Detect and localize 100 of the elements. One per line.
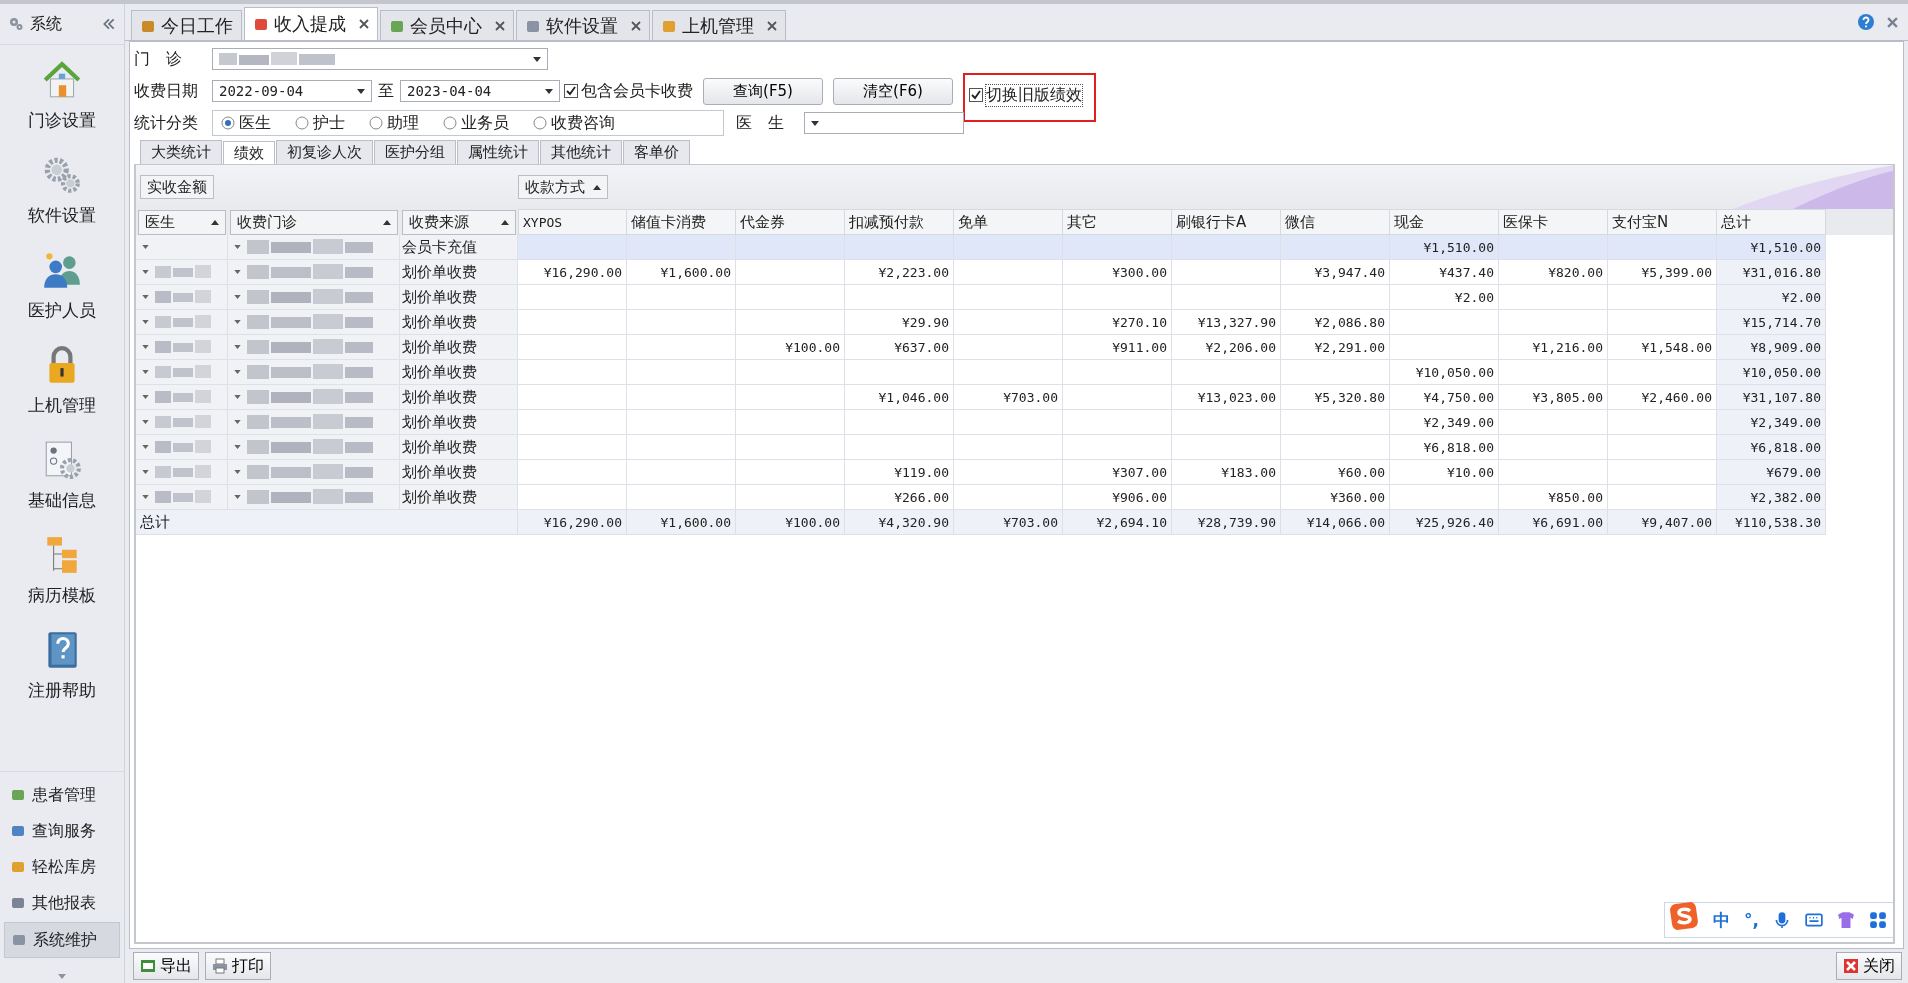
column-header[interactable]: 储值卡消费 <box>627 209 736 235</box>
ime-punct-button[interactable]: °, <box>1744 910 1759 930</box>
checkbox-icon[interactable] <box>969 88 983 102</box>
table-cell: ¥2,349.00 <box>1423 414 1494 430</box>
sidebar-item[interactable]: 上机管理 <box>28 344 96 417</box>
checkbox[interactable]: 切换旧版绩效 <box>969 84 1082 106</box>
radio-button[interactable]: 助理 <box>369 112 419 134</box>
shirt-icon[interactable] <box>1837 911 1855 929</box>
sidebar-item[interactable]: 门诊设置 <box>28 59 96 132</box>
tab[interactable]: 医护分组 <box>374 140 456 164</box>
table-row[interactable]: 划价单收费 ¥1,046.00 ¥703.00 ¥13,023.00 ¥5,320.80 ¥4,750.00 ¥3,805.00 ¥2,460.00 ¥31,107.80 <box>136 385 1893 410</box>
table-cell: ¥2,694.10 <box>1096 514 1167 530</box>
column-header[interactable]: 总计 <box>1717 209 1826 235</box>
radio-button[interactable]: 医生 <box>221 112 271 134</box>
row-field-button[interactable]: 收费来源 <box>402 210 516 235</box>
radio-icon[interactable] <box>295 116 309 130</box>
column-header[interactable]: 扣减预付款 <box>845 209 954 235</box>
keyboard-icon[interactable] <box>1805 911 1823 929</box>
close-icon[interactable] <box>767 20 777 31</box>
dropdown-arrow-icon <box>142 345 149 349</box>
column-header[interactable]: 刷银行卡A <box>1172 209 1281 235</box>
column-header[interactable]: 代金券 <box>736 209 845 235</box>
table-cell: ¥8,909.00 <box>1750 339 1821 355</box>
checkbox[interactable]: 包含会员卡收费 <box>564 80 693 102</box>
doctor-dropdown[interactable] <box>804 112 964 134</box>
tab[interactable]: 今日工作 <box>131 10 242 40</box>
sidebar-item[interactable]: 查询服务 <box>4 814 120 848</box>
table-row[interactable]: 划价单收费 ¥2.00 ¥2.00 <box>136 285 1893 310</box>
radio-button[interactable]: 收费咨询 <box>533 112 615 134</box>
tab[interactable]: 客单价 <box>623 140 690 164</box>
clinic-label: 门 诊 <box>134 48 183 70</box>
table-row[interactable]: 划价单收费 ¥10,050.00 ¥10,050.00 <box>136 360 1893 385</box>
checkbox-icon[interactable] <box>564 84 578 98</box>
radio-button[interactable]: 护士 <box>295 112 345 134</box>
column-header[interactable]: XYPOS <box>518 209 627 235</box>
table-cell: ¥266.00 <box>894 489 949 505</box>
sidebar-item[interactable]: 系统维护 <box>4 922 120 958</box>
sidebar-item[interactable]: 病历模板 <box>28 534 96 607</box>
close-icon[interactable] <box>1887 16 1898 28</box>
help-icon[interactable] <box>1857 13 1875 31</box>
table-row[interactable]: 划价单收费 ¥119.00 ¥307.00 ¥183.00 ¥60.00 ¥10.00 ¥679.00 <box>136 460 1893 485</box>
column-header[interactable]: 其它 <box>1063 209 1172 235</box>
table-cell: ¥100.00 <box>785 514 840 530</box>
radio-icon[interactable] <box>369 116 383 130</box>
tab[interactable]: 绩效 <box>223 141 275 165</box>
sidebar-item[interactable]: 患者管理 <box>4 778 120 812</box>
table-row[interactable]: 划价单收费 ¥2,349.00 ¥2,349.00 <box>136 410 1893 435</box>
tab[interactable]: 初复诊人次 <box>276 140 373 164</box>
table-cell: ¥360.00 <box>1330 489 1385 505</box>
tab[interactable]: 大类统计 <box>140 140 222 164</box>
radio-button[interactable]: 业务员 <box>443 112 509 134</box>
tab[interactable]: 属性统计 <box>457 140 539 164</box>
row-field-button[interactable]: 收费门诊 <box>230 210 398 235</box>
date-from-field[interactable]: 2022-09-04 <box>212 80 372 102</box>
table-row[interactable]: 划价单收费 ¥6,818.00 ¥6,818.00 <box>136 435 1893 460</box>
sidebar-item[interactable]: 轻松库房 <box>4 850 120 884</box>
sidebar-item[interactable]: 医护人员 <box>28 249 96 322</box>
grid-icon[interactable] <box>1869 911 1887 929</box>
sort-arrow-icon <box>501 220 509 225</box>
sidebar-item[interactable]: 基础信息 <box>28 439 96 512</box>
date-to-field[interactable]: 2023-04-04 <box>400 80 560 102</box>
row-field-button[interactable]: 医生 <box>138 210 226 235</box>
sidebar-item[interactable]: 其他报表 <box>4 886 120 920</box>
column-header[interactable]: 免单 <box>954 209 1063 235</box>
close-button[interactable]: 关闭 <box>1836 952 1902 980</box>
close-icon[interactable] <box>359 19 369 29</box>
sidebar-item[interactable]: 注册帮助 <box>28 629 96 702</box>
close-icon[interactable] <box>495 20 505 31</box>
ime-mode-button[interactable]: 中 <box>1713 908 1731 932</box>
radio-icon[interactable] <box>533 116 547 130</box>
column-field-button[interactable]: 收款方式 <box>518 175 608 199</box>
column-header[interactable]: 医保卡 <box>1499 209 1608 235</box>
data-field-button[interactable]: 实收金额 <box>140 175 214 199</box>
blurred-text-drawing <box>153 363 213 381</box>
print-button[interactable]: 打印 <box>205 952 271 980</box>
blurred-text-drawing <box>153 338 213 356</box>
microphone-icon[interactable] <box>1773 911 1791 929</box>
clear-button[interactable]: 清空(F6) <box>833 77 953 105</box>
expand-arrow-icon[interactable] <box>58 974 66 979</box>
table-row[interactable]: 划价单收费 ¥29.90 ¥270.10 ¥13,327.90 ¥2,086.80 ¥15,714.70 <box>136 310 1893 335</box>
close-icon[interactable] <box>631 20 641 31</box>
table-row[interactable]: 划价单收费 ¥16,290.00 ¥1,600.00 ¥2,223.00 ¥300.00 ¥3,947.40 ¥437.40 ¥820.00 ¥5,399.00 ¥31,016.80 <box>136 260 1893 285</box>
tab[interactable]: 收入提成 <box>244 7 378 40</box>
tab[interactable]: 其他统计 <box>540 140 622 164</box>
column-header[interactable]: 现金 <box>1390 209 1499 235</box>
collapse-icon[interactable] <box>102 18 116 30</box>
tab[interactable]: 会员中心 <box>380 10 514 40</box>
column-header[interactable]: 支付宝N <box>1608 209 1717 235</box>
tab[interactable]: 软件设置 <box>516 10 650 40</box>
table-cell: ¥6,818.00 <box>1750 439 1821 455</box>
table-row[interactable]: 划价单收费 ¥100.00 ¥637.00 ¥911.00 ¥2,206.00 ¥2,291.00 ¥1,216.00 ¥1,548.00 ¥8,909.00 <box>136 335 1893 360</box>
radio-icon[interactable] <box>221 116 235 130</box>
tab[interactable]: 上机管理 <box>652 10 786 40</box>
column-header[interactable]: 微信 <box>1281 209 1390 235</box>
query-button[interactable]: 查询(F5) <box>703 77 823 105</box>
sidebar-item[interactable]: 软件设置 <box>28 154 96 227</box>
export-button[interactable]: 导出 <box>133 952 199 980</box>
radio-icon[interactable] <box>443 116 457 130</box>
table-row[interactable]: 会员卡充值 ¥1,510.00 ¥1,510.00 <box>136 235 1893 260</box>
clinic-dropdown[interactable] <box>212 48 548 70</box>
